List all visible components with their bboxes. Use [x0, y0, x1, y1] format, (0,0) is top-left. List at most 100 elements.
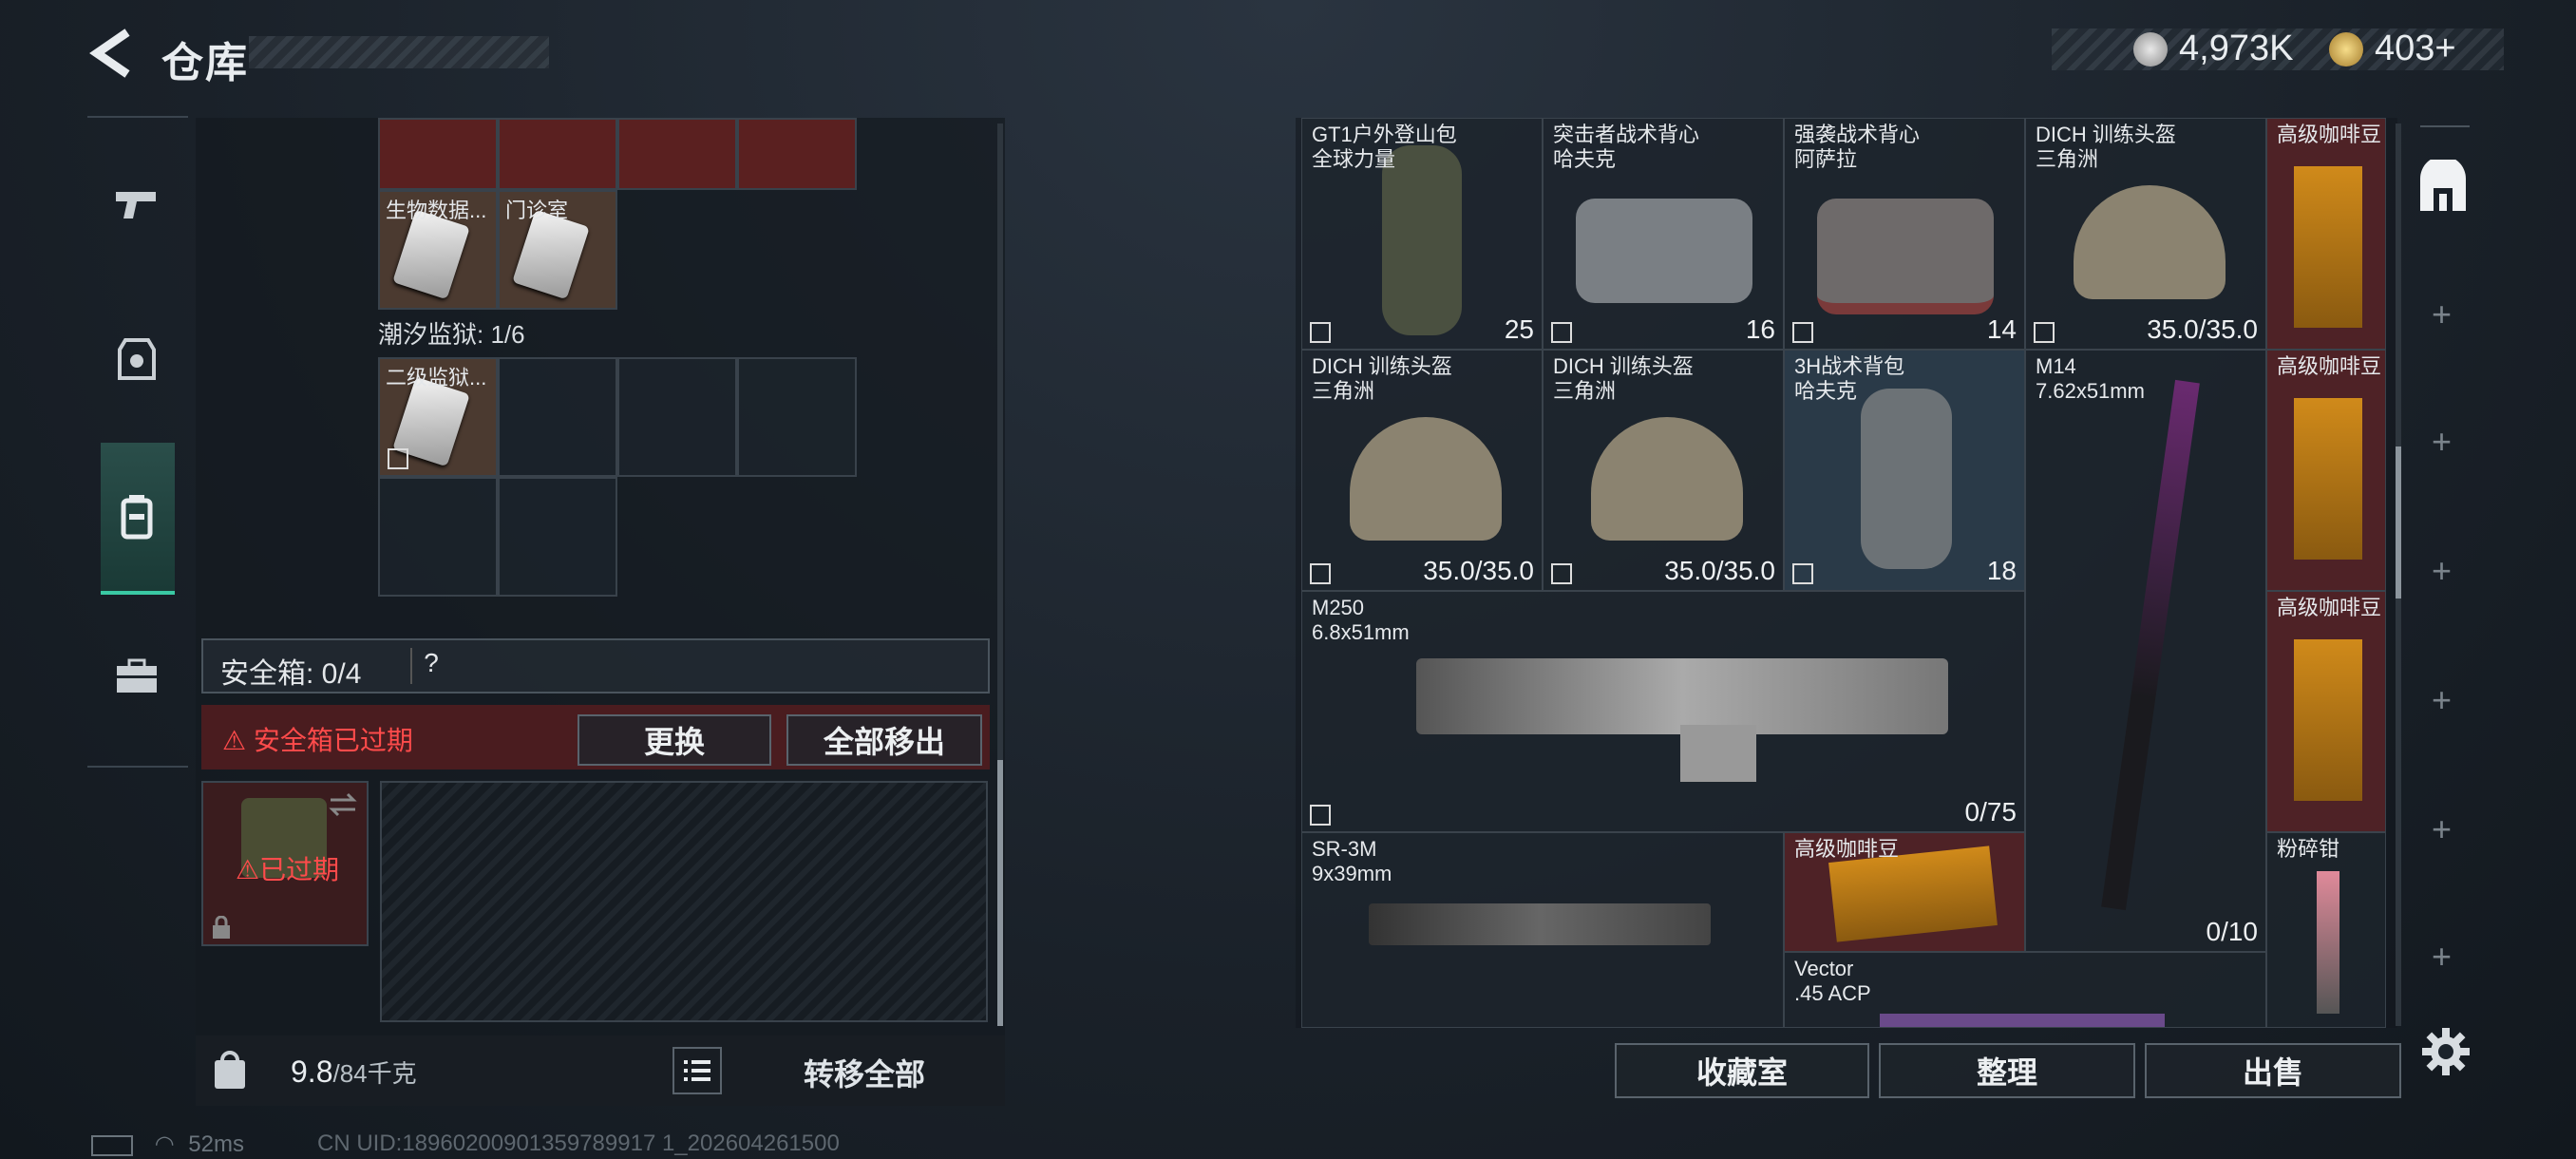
item-name: 粉碎钳 [2277, 837, 2340, 861]
item-card[interactable]: SR-3M 9x39mm [1301, 832, 1784, 1028]
stash-icon[interactable] [2415, 156, 2472, 217]
no-trade-icon [1551, 563, 1572, 584]
transfer-all-button[interactable]: 转移全部 [731, 1051, 997, 1094]
no-trade-icon [1792, 322, 1813, 343]
list-icon[interactable] [672, 1047, 722, 1094]
item-ammo: 0/75 [1964, 797, 2017, 826]
item-card[interactable]: 强袭战术背心 阿萨拉 14 [1784, 118, 2025, 350]
grid-cell[interactable] [498, 477, 617, 597]
grid-cell[interactable] [737, 357, 857, 477]
no-trade-icon [1310, 563, 1331, 584]
collection-room-button[interactable]: 收藏室 [1615, 1043, 1869, 1098]
item-card[interactable]: 突击者战术背心 哈夫克 16 [1543, 118, 1784, 350]
swap-icon [329, 792, 357, 817]
item-capacity: 16 [1745, 314, 1775, 344]
item-durability: 35.0/35.0 [1423, 556, 1534, 585]
weight-indicator: 9.8/84千克 [291, 1054, 417, 1089]
silver-balance: 4,973K [2179, 28, 2294, 68]
silver-coin-icon [2133, 32, 2168, 66]
item-card[interactable]: 高级咖啡豆 [2266, 350, 2386, 591]
item-card[interactable]: M250 6.8x51mm 0/75 [1301, 591, 2025, 832]
helmet-image [1591, 417, 1743, 541]
item-name: SR-3M 9x39mm [1312, 837, 1392, 885]
item-capacity: 14 [1986, 314, 2017, 344]
expired-tag: ⚠已过期 [236, 855, 340, 884]
status-ping: ◠ 52ms [91, 1130, 244, 1158]
grid-cell[interactable] [617, 118, 737, 190]
grid-cell[interactable] [498, 357, 617, 477]
item-card[interactable]: Vector .45 ACP [1784, 952, 2266, 1028]
item-name: 3H战术背包 哈夫克 [1794, 354, 1905, 403]
item-name: Vector .45 ACP [1794, 957, 1871, 1005]
sort-button[interactable]: 整理 [1879, 1043, 2135, 1098]
add-stash-icon[interactable]: + [2432, 937, 2452, 977]
scrollbar-thumb[interactable] [997, 760, 1003, 1026]
item-card[interactable]: 生物数据... [378, 190, 498, 310]
item-durability: 35.0/35.0 [1664, 556, 1775, 585]
rifle-image [2101, 379, 2200, 911]
add-stash-icon[interactable]: + [2432, 551, 2452, 591]
sell-button[interactable]: 出售 [2145, 1043, 2401, 1098]
item-name: 生物数据... [386, 199, 487, 222]
help-button[interactable]: ? [410, 648, 450, 684]
replace-button[interactable]: 更换 [578, 714, 771, 766]
magazine-image [1680, 725, 1756, 782]
title-stripe [249, 36, 549, 68]
expired-message: ⚠ 安全箱已过期 [222, 726, 413, 755]
item-name: 门诊室 [505, 199, 569, 222]
add-stash-icon[interactable]: + [2432, 809, 2452, 849]
back-button[interactable] [87, 27, 135, 80]
vest-image [1817, 199, 1994, 314]
safe-box-grid [380, 781, 988, 1022]
grid-cell[interactable] [378, 118, 498, 190]
item-card[interactable]: M14 7.62x51mm 0/10 [2025, 350, 2266, 952]
item-card[interactable]: 高级咖啡豆 [2266, 591, 2386, 832]
briefcase-icon[interactable] [106, 646, 167, 707]
item-name: DICH 训练头盔 三角洲 [2036, 123, 2176, 171]
machine-gun-image [1416, 658, 1948, 734]
item-card[interactable]: 二级监狱... [378, 357, 498, 477]
item-card[interactable]: GT1户外登山包 全球力量 25 [1301, 118, 1543, 350]
grid-cell[interactable] [378, 477, 498, 597]
move-out-all-button[interactable]: 全部移出 [786, 714, 982, 766]
section-label: 潮汐监狱: 1/6 [378, 320, 525, 349]
item-card[interactable]: DICH 训练头盔 三角洲 35.0/35.0 [1301, 350, 1543, 591]
armor-icon[interactable] [106, 329, 167, 390]
item-card[interactable]: 3H战术背包 哈夫克 18 [1784, 350, 2025, 591]
add-stash-icon[interactable]: + [2432, 680, 2452, 720]
item-name: 强袭战术背心 阿萨拉 [1794, 123, 1921, 171]
item-durability: 35.0/35.0 [2147, 314, 2258, 344]
weapon-icon[interactable] [106, 173, 167, 234]
grid-cell[interactable] [617, 357, 737, 477]
item-card[interactable]: 高级咖啡豆 [2266, 118, 2386, 350]
lock-icon [213, 916, 230, 939]
item-name: 高级咖啡豆 [2277, 123, 2382, 146]
grid-cell[interactable] [737, 118, 857, 190]
no-trade-icon [2034, 322, 2055, 343]
item-card[interactable]: 高级咖啡豆 [1784, 832, 2025, 952]
item-card[interactable]: 粉碎钳 [2266, 832, 2386, 1028]
item-card[interactable]: DICH 训练头盔 三角洲 35.0/35.0 [1543, 350, 1784, 591]
gold-balance[interactable]: 403+ [2375, 28, 2456, 69]
item-name: 二级监狱... [386, 366, 487, 390]
add-stash-icon[interactable]: + [2432, 422, 2452, 462]
helmet-image [1350, 417, 1502, 541]
item-card[interactable]: 门诊室 [498, 190, 617, 310]
backpack-image [1861, 389, 1952, 569]
item-card[interactable]: DICH 训练头盔 三角洲 35.0/35.0 [2025, 118, 2266, 350]
item-name: DICH 训练头盔 三角洲 [1553, 354, 1694, 403]
cutter-image [2317, 871, 2339, 1014]
no-trade-icon [388, 448, 408, 469]
coffee-bag-image [2294, 639, 2362, 801]
coffee-bag-image [2294, 398, 2362, 560]
item-name: 高级咖啡豆 [2277, 354, 2382, 378]
grid-cell[interactable] [498, 118, 617, 190]
helmet-image [2074, 185, 2226, 299]
backpack-icon[interactable] [106, 486, 167, 547]
item-capacity: 25 [1504, 314, 1534, 344]
add-stash-icon[interactable]: + [2432, 294, 2452, 334]
gear-icon[interactable] [2420, 1026, 2472, 1077]
scrollbar-thumb[interactable] [2396, 446, 2401, 598]
no-trade-icon [1551, 322, 1572, 343]
no-trade-icon [1792, 563, 1813, 584]
